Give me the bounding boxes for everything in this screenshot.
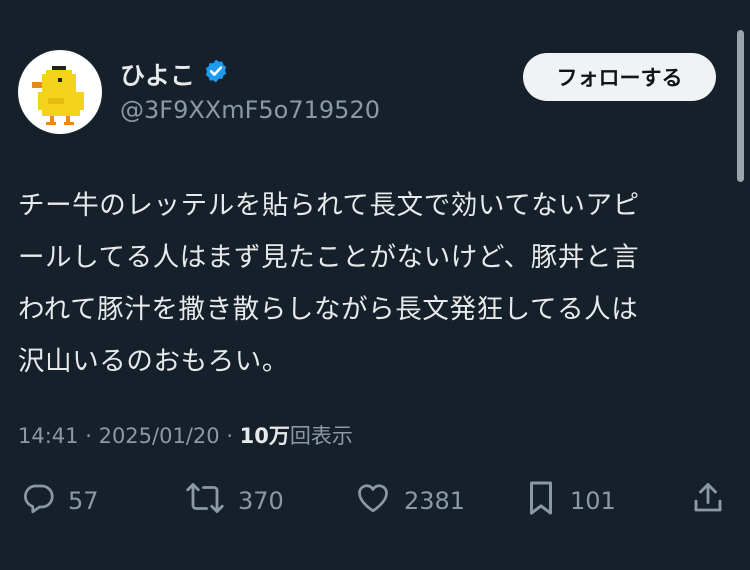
verified-badge-icon [203,58,229,90]
like-count: 2381 [404,487,466,515]
share-button[interactable] [690,474,726,528]
user-handle[interactable]: @3F9XXmF5o719520 [120,96,380,124]
bookmark-button[interactable]: 101 [524,474,616,528]
action-bar: 57 370 2381 101 [0,474,750,528]
tweet-text-line: 沢山いるのおもろい。 [18,346,289,377]
follow-button[interactable]: フォローする [523,53,716,101]
tweet-date[interactable]: 2025/01/20 [99,424,220,448]
reply-count: 57 [68,487,99,515]
chick-avatar-image [32,66,84,125]
reply-button[interactable]: 57 [20,474,99,528]
share-icon [690,480,726,522]
like-button[interactable]: 2381 [354,474,465,528]
retweet-count: 370 [238,487,284,515]
retweet-icon [184,480,226,522]
display-name[interactable]: ひよこ [120,56,229,92]
display-name-text: ひよこ [120,61,196,90]
retweet-button[interactable]: 370 [184,474,284,528]
tweet-text-line: ールしてる人はまず見たことがないけど、豚丼と言 [18,242,640,273]
views-count: 10万 [239,424,290,448]
tweet-time[interactable]: 14:41 [18,424,79,448]
heart-icon [354,480,392,522]
meta-separator: · [85,424,99,448]
tweet-text-line: われて豚汁を撒き散らしながら長文発狂してる人は [18,294,639,325]
scrollbar[interactable] [737,30,744,182]
reply-icon [20,480,56,522]
meta-separator: · [226,424,240,448]
avatar[interactable] [18,50,102,134]
tweet-text: チー牛のレッテルを貼られて長文で効いてないアピ ールしてる人はまず見たことがない… [18,180,718,388]
views-label: 回表示 [289,424,353,448]
tweet-text-line: チー牛のレッテルを貼られて長文で効いてないアピ [18,190,640,221]
bookmark-count: 101 [570,487,616,515]
tweet-meta: 14:41 · 2025/01/20 · 10万回表示 [18,420,353,450]
bookmark-icon [524,479,558,523]
